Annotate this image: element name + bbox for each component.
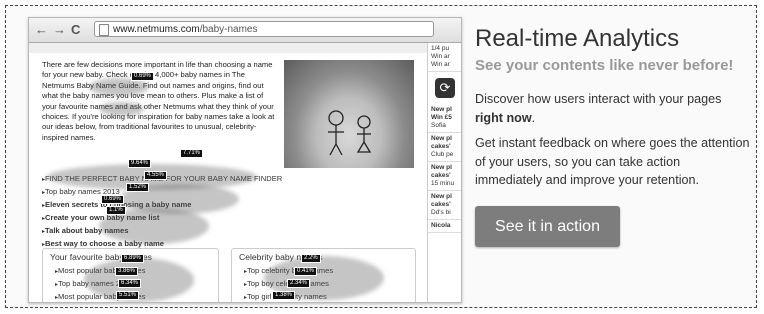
entry-meta: Club pe: [431, 151, 454, 158]
sidebar-entry: New pl cakes' Dd's bi: [428, 191, 461, 220]
see-it-in-action-button[interactable]: See it in action: [475, 206, 620, 247]
box-link[interactable]: Top celebrity baby names: [232, 265, 415, 278]
link-item[interactable]: Talk about baby names: [42, 225, 277, 238]
sidebar-top: 1/4 pu Win ar Win ar: [428, 43, 461, 72]
click-percent-tag: 3.86%: [115, 267, 139, 276]
entry-title: New pl cakes': [431, 135, 452, 150]
click-percent-tag: 6.34%: [118, 279, 142, 288]
sidebar-entry: New pl Win £5 Sofia: [428, 104, 461, 133]
click-percent-tag: 5.51%: [116, 291, 140, 300]
click-percent-tag: 7.71%: [180, 149, 204, 158]
promo-paragraph-2: Get instant feedback on where goes the a…: [475, 136, 750, 187]
address-bar: www.netmums.com/baby-names: [94, 21, 434, 37]
click-percent-tag: 6.89%: [121, 254, 145, 263]
url-host: www.netmums.com: [113, 24, 200, 35]
promo-subtitle: See your contents like never before!: [475, 57, 734, 74]
entry-meta: 15 minu: [431, 180, 455, 187]
sidebar-line: Win ar: [431, 61, 450, 68]
click-percent-tag: 1.52%: [126, 183, 150, 192]
click-percent-tag: 9.64%: [128, 159, 152, 168]
click-percent-tag: 0.69%: [101, 195, 125, 204]
click-percent-tag: 2.34%: [287, 279, 311, 288]
heatmap-screenshot: ← → C www.netmums.com/baby-names There a…: [28, 17, 462, 303]
entry-title: New pl cakes': [431, 164, 452, 179]
p1-bold: right now: [475, 110, 532, 125]
link-item[interactable]: Top baby names 2013: [42, 186, 277, 199]
sidebar-line: Win ar: [431, 53, 450, 60]
p1-text: Discover how users interact with your pa…: [475, 92, 722, 106]
site-sidebar: 1/4 pu Win ar Win ar ⟳ New pl Win £5 Sofi…: [427, 43, 461, 302]
refresh-icon: ⟳: [435, 78, 455, 98]
browser-toolbar: ← → C www.netmums.com/baby-names: [29, 18, 461, 43]
reload-icon: C: [71, 22, 81, 37]
entry-title: New pl cakes': [431, 193, 452, 208]
pregnancy-photo: [284, 60, 414, 168]
sidebar-line: 1/4 pu: [431, 45, 450, 52]
article-intro: There are few decisions more important i…: [42, 60, 275, 142]
promo-title: Real-time Analytics: [475, 25, 680, 52]
click-percent-tag: 4.55%: [144, 171, 168, 180]
click-percent-tag: 0.41%: [294, 267, 318, 276]
click-percent-tag: 2.2%: [301, 254, 321, 263]
entry-meta: Sofia: [431, 122, 446, 129]
sidebar-entry: Nicola: [428, 220, 461, 233]
page-icon: [99, 24, 109, 36]
sidebar-entry: New pl cakes' Club pe: [428, 133, 461, 162]
box-link[interactable]: Top boy celebrity names: [232, 278, 415, 291]
site-header-strip: [29, 43, 461, 53]
celebrity-names-box: Celebrity baby names Top celebrity baby …: [231, 248, 416, 302]
click-percent-tag: 0.69%: [131, 72, 155, 81]
link-item[interactable]: Eleven secrets to choosing a baby name: [42, 199, 277, 212]
url-path: /baby-names: [199, 24, 258, 35]
link-item[interactable]: Create your own baby name list: [42, 212, 277, 225]
photo-drawing: [328, 110, 372, 156]
box-title: Celebrity baby names: [239, 252, 323, 262]
article-links: FIND THE PERFECT BABY NAME FOR YOUR BABY…: [42, 173, 282, 251]
entry-meta: Dd's bi: [431, 209, 451, 216]
forward-arrow-icon: →: [53, 22, 66, 37]
promo-paragraph-1: Discover how users interact with your pa…: [475, 90, 750, 127]
entry-title: New pl Win £5: [431, 106, 452, 121]
click-percent-tag: 1.1%: [106, 206, 126, 215]
box-link[interactable]: Top girl celebrity names: [232, 291, 415, 302]
back-arrow-icon: ←: [35, 22, 48, 37]
entry-title: Nicola: [431, 222, 451, 229]
sidebar-entry: New pl cakes' 15 minu: [428, 162, 461, 191]
p1-end: .: [531, 110, 536, 125]
click-percent-tag: 1.38%: [272, 291, 296, 300]
